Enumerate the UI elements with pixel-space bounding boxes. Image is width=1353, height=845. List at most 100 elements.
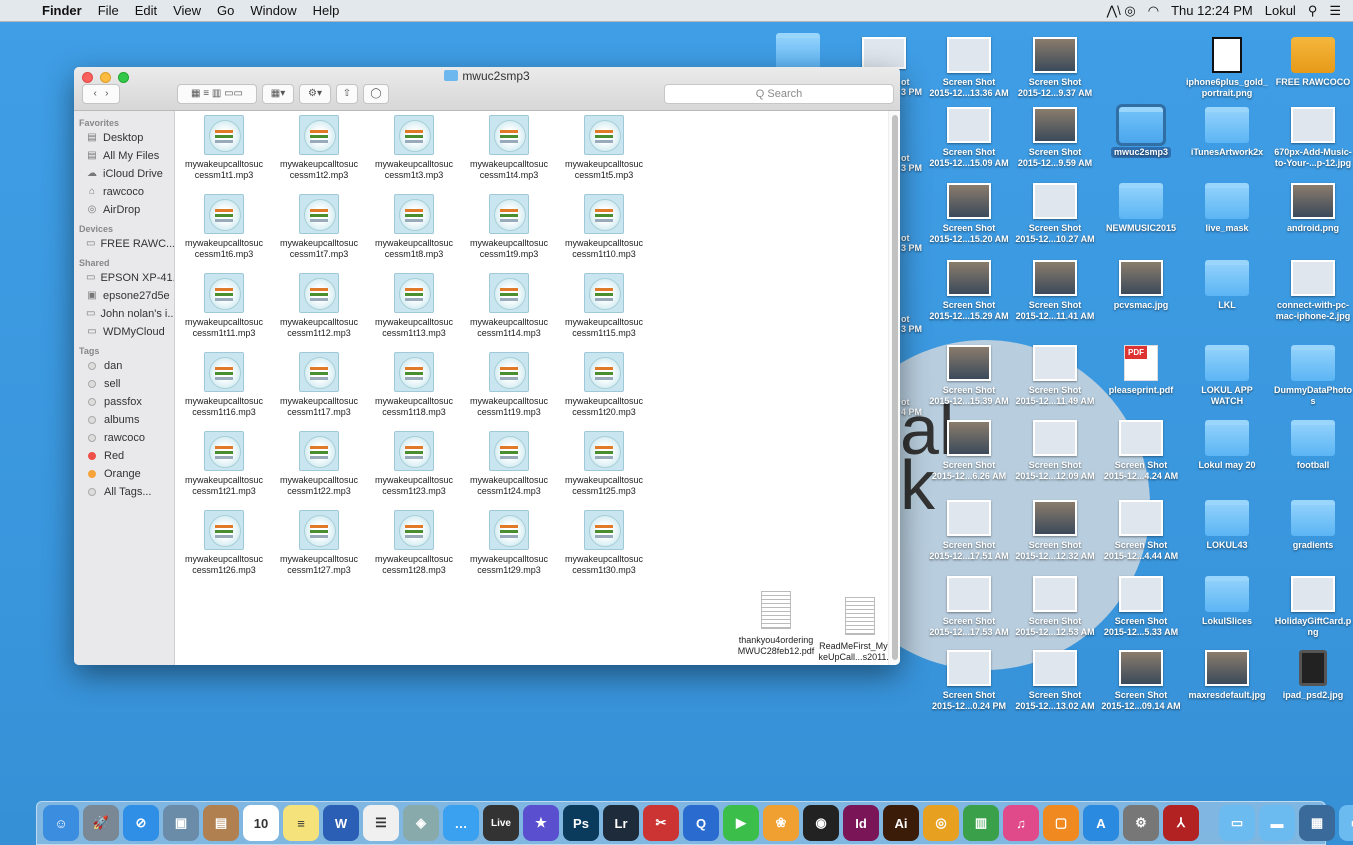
appstore-icon[interactable]: A	[1083, 805, 1119, 841]
desktop-icon[interactable]: Screen Shot 2015-12...15.20 AM	[926, 183, 1012, 245]
safari-icon[interactable]: ⊘	[123, 805, 159, 841]
sysprefs-icon[interactable]: ⚙	[1123, 805, 1159, 841]
mp3-file[interactable]: mywakeupcalltosuc cessm1t3.mp3	[367, 115, 461, 181]
menu-help[interactable]: Help	[305, 3, 348, 18]
sidebar-tag-item[interactable]: Red	[74, 447, 174, 465]
mp3-file[interactable]: mywakeupcalltosuc cessm1t6.mp3	[177, 194, 271, 260]
sidebar-favorites-item[interactable]: ☁ iCloud Drive	[74, 165, 174, 183]
desktop-icon[interactable]: pleaseprint.pdf	[1098, 345, 1184, 396]
desktop-icon[interactable]: Screen Shot 2015-12...10.27 AM	[1012, 183, 1098, 245]
desktop-icon[interactable]: Screen Shot 2015-12...5.33 AM	[1098, 576, 1184, 638]
menu-view[interactable]: View	[165, 3, 209, 18]
desktop-screenshot-top[interactable]	[862, 37, 906, 69]
desktop-icon[interactable]: Screen Shot 2015-12...9.37 AM	[1012, 37, 1098, 99]
desktop-icon[interactable]: Screen Shot 2015-12...17.53 AM	[926, 576, 1012, 638]
desktop-icon[interactable]: LKL	[1184, 260, 1270, 311]
sidebar-tag-item[interactable]: rawcoco	[74, 429, 174, 447]
desktop-icon[interactable]: Screen Shot 2015-12...11.41 AM	[1012, 260, 1098, 322]
documents-stack-icon[interactable]: ▭	[1339, 805, 1353, 841]
quicktime-icon[interactable]: Q	[683, 805, 719, 841]
desktop-icon[interactable]: ipad_psd2.jpg	[1270, 650, 1353, 701]
imovie-icon[interactable]: ★	[523, 805, 559, 841]
reminders-icon[interactable]: ☰	[363, 805, 399, 841]
sidebar-shared-item[interactable]: ▭ John nolan's i...	[74, 305, 174, 323]
menu-go[interactable]: Go	[209, 3, 242, 18]
mp3-file[interactable]: mywakeupcalltosuc cessm1t25.mp3	[557, 431, 651, 497]
mp3-file[interactable]: mywakeupcalltosuc cessm1t28.mp3	[367, 510, 461, 576]
sidebar-tag-item[interactable]: Orange	[74, 465, 174, 483]
sidebar-devices-item[interactable]: ▭ FREE RAWC... ≜	[74, 235, 174, 253]
desktop-icon[interactable]: LOKUL APP WATCH	[1184, 345, 1270, 407]
notification-center-icon[interactable]: ☰	[1329, 3, 1341, 19]
psd-stack-icon[interactable]: ▦	[1299, 805, 1335, 841]
mp3-file[interactable]: mywakeupcalltosuc cessm1t1.mp3	[177, 115, 271, 181]
mp3-file[interactable]: mywakeupcalltosuc cessm1t12.mp3	[272, 273, 366, 339]
desktop-icon[interactable]: Screen Shot 2015-12...13.02 AM	[1012, 650, 1098, 712]
lightroom-icon[interactable]: Lr	[603, 805, 639, 841]
desktop-icon[interactable]: football	[1270, 420, 1353, 471]
mp3-file[interactable]: mywakeupcalltosuc cessm1t11.mp3	[177, 273, 271, 339]
action-gear-button[interactable]: ⚙▾	[299, 84, 331, 104]
desktop-icon[interactable]: Screen Shot 2015-12...13.36 AM	[926, 37, 1012, 99]
stack-icon[interactable]: ▬	[1259, 805, 1295, 841]
desktop-icon[interactable]: pcvsmac.jpg	[1098, 260, 1184, 311]
mp3-file[interactable]: mywakeupcalltosuc cessm1t7.mp3	[272, 194, 366, 260]
scrollbar-thumb[interactable]	[892, 115, 898, 660]
mp3-file[interactable]: mywakeupcalltosuc cessm1t14.mp3	[462, 273, 556, 339]
menu-file[interactable]: File	[90, 3, 127, 18]
desktop-icon[interactable]: Screen Shot 2015-12...9.59 AM	[1012, 107, 1098, 169]
desktop-icon[interactable]: Screen Shot 2015-12...12.53 AM	[1012, 576, 1098, 638]
tags-button[interactable]: ◯	[363, 84, 389, 104]
title-bar[interactable]: mwuc2smp3 ‹ › ▦ ≡ ▥ ▭▭ ▦▾ ⚙▾ ⇧ ◯ Q Searc…	[74, 67, 900, 111]
finder-window[interactable]: mwuc2smp3 ‹ › ▦ ≡ ▥ ▭▭ ▦▾ ⚙▾ ⇧ ◯ Q Searc…	[74, 67, 900, 665]
desktop-icon[interactable]: Screen Shot 2015-12...12.09 AM	[1012, 420, 1098, 482]
mp3-file[interactable]: mywakeupcalltosuc cessm1t10.mp3	[557, 194, 651, 260]
desktop-icon[interactable]: Screen Shot 2015-12...17.51 AM	[926, 500, 1012, 562]
illustrator-icon[interactable]: Ai	[883, 805, 919, 841]
itunes-icon[interactable]: ♫	[1003, 805, 1039, 841]
mp3-file[interactable]: mywakeupcalltosuc cessm1t27.mp3	[272, 510, 366, 576]
desktop-icon[interactable]: Screen Shot 2015-12...15.39 AM	[926, 345, 1012, 407]
numbers-icon[interactable]: ▥	[963, 805, 999, 841]
mp3-file[interactable]: mywakeupcalltosuc cessm1t20.mp3	[557, 352, 651, 418]
share-button[interactable]: ⇧	[336, 84, 358, 104]
menubar-clock[interactable]: Thu 12:24 PM	[1171, 3, 1253, 18]
mp3-file[interactable]: mywakeupcalltosuc cessm1t16.mp3	[177, 352, 271, 418]
desktop-icon[interactable]: iphone6plus_gold_ portrait.png	[1184, 37, 1270, 99]
desktop-icon[interactable]: Screen Shot 2015-12...15.29 AM	[926, 260, 1012, 322]
desktop-icon[interactable]: Screen Shot 2015-12...11.49 AM	[1012, 345, 1098, 407]
word-icon[interactable]: W	[323, 805, 359, 841]
mp3-file[interactable]: mywakeupcalltosuc cessm1t26.mp3	[177, 510, 271, 576]
menu-finder[interactable]: Finder	[34, 3, 90, 18]
desktop-icon[interactable]: Screen Shot 2015-12...4.44 AM	[1098, 500, 1184, 562]
desktop-icon[interactable]: DummyDataPhoto s	[1270, 345, 1353, 407]
sidebar-favorites-item[interactable]: ▤ All My Files	[74, 147, 174, 165]
view-mode-buttons[interactable]: ▦ ≡ ▥ ▭▭	[177, 84, 257, 104]
status-extras-icon[interactable]: ⋀\ ◎	[1107, 3, 1136, 19]
calendar-icon[interactable]: 10	[243, 805, 279, 841]
back-forward-buttons[interactable]: ‹ ›	[82, 84, 120, 104]
desktop-icon[interactable]: iTunesArtwork2x	[1184, 107, 1270, 158]
desktop-icon[interactable]: Screen Shot 2015-12...6.26 AM	[926, 420, 1012, 482]
launchpad-icon[interactable]: 🚀	[83, 805, 119, 841]
sidebar-tag-item[interactable]: dan	[74, 357, 174, 375]
desktop-icon[interactable]: Screen Shot 2015-12...09.14 AM	[1098, 650, 1184, 712]
indesign-icon[interactable]: Id	[843, 805, 879, 841]
desktop-icon[interactable]: maxresdefault.jpg	[1184, 650, 1270, 701]
desktop-icon[interactable]: gradients	[1270, 500, 1353, 551]
finder-icon[interactable]: ☺	[43, 805, 79, 841]
imagecapture-icon[interactable]: ◈	[403, 805, 439, 841]
desktop-icon[interactable]: LokulSlices	[1184, 576, 1270, 627]
mp3-file[interactable]: mywakeupcalltosuc cessm1t23.mp3	[367, 431, 461, 497]
photoshop-icon[interactable]: Ps	[563, 805, 599, 841]
sidebar-favorites-item[interactable]: ⌂ rawcoco	[74, 183, 174, 201]
photobooth-icon[interactable]: ✂	[643, 805, 679, 841]
sidebar-tag-item[interactable]: sell	[74, 375, 174, 393]
facetime-icon[interactable]: ▶	[723, 805, 759, 841]
menubar-user[interactable]: Lokul	[1265, 3, 1296, 18]
live-icon[interactable]: Live	[483, 805, 519, 841]
mp3-file[interactable]: mywakeupcalltosuc cessm1t8.mp3	[367, 194, 461, 260]
desktop-icon[interactable]: LOKUL43	[1184, 500, 1270, 551]
mp3-file[interactable]: mywakeupcalltosuc cessm1t13.mp3	[367, 273, 461, 339]
desktop-icon[interactable]: Screen Shot 2015-12...4.24 AM	[1098, 420, 1184, 482]
